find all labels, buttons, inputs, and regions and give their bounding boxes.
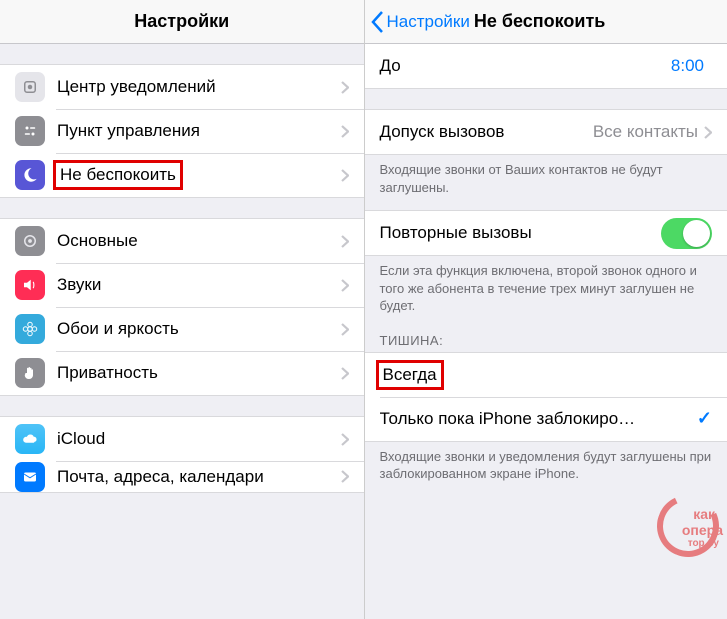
chevron-right-icon bbox=[341, 279, 349, 292]
watermark-l1: как bbox=[693, 507, 715, 521]
group-repeated-calls: Повторные вызовы bbox=[365, 210, 727, 256]
silence-footer: Входящие звонки и уведомления будут загл… bbox=[365, 442, 727, 489]
row-mail-contacts-calendars[interactable]: Почта, адреса, календари bbox=[0, 461, 364, 492]
silence-always-label: Всегда bbox=[380, 360, 713, 390]
gear-icon bbox=[15, 226, 45, 256]
allow-label: Допуск вызовов bbox=[380, 122, 593, 142]
back-button[interactable]: Настройки bbox=[365, 11, 470, 33]
group-allow-calls: Допуск вызовов Все контакты bbox=[365, 109, 727, 155]
silence-locked-label: Только пока iPhone заблокиро… bbox=[380, 409, 697, 429]
moon-icon bbox=[15, 160, 45, 190]
navbar-left: Настройки bbox=[0, 0, 364, 44]
chevron-right-icon bbox=[341, 433, 349, 446]
highlight-dnd: Не беспокоить bbox=[53, 160, 183, 190]
row-wallpaper-brightness[interactable]: Обои и яркость bbox=[0, 307, 364, 351]
row-control-center[interactable]: Пункт управления bbox=[0, 109, 364, 153]
group-accounts: iCloud Почта, адреса, календари bbox=[0, 416, 364, 493]
row-sounds[interactable]: Звуки bbox=[0, 263, 364, 307]
row-label: Почта, адреса, календари bbox=[57, 467, 341, 487]
row-silence-always[interactable]: Всегда bbox=[365, 353, 727, 397]
chevron-right-icon bbox=[341, 235, 349, 248]
row-notification-center[interactable]: Центр уведомлений bbox=[0, 65, 364, 109]
row-label: Центр уведомлений bbox=[57, 77, 341, 97]
speaker-icon bbox=[15, 270, 45, 300]
row-icloud[interactable]: iCloud bbox=[0, 417, 364, 461]
checkmark-icon: ✓ bbox=[697, 408, 712, 429]
nav-title-settings: Настройки bbox=[0, 11, 364, 32]
chevron-right-icon bbox=[704, 126, 712, 139]
row-repeated-calls: Повторные вызовы bbox=[365, 211, 727, 255]
notification-center-icon bbox=[15, 72, 45, 102]
flower-icon bbox=[15, 314, 45, 344]
row-to-time[interactable]: До 8:00 bbox=[365, 44, 727, 88]
row-allow-calls[interactable]: Допуск вызовов Все контакты bbox=[365, 110, 727, 154]
watermark-l3: тор.ру bbox=[688, 539, 719, 549]
watermark: как опера тор.ру bbox=[657, 495, 719, 557]
row-label: Приватность bbox=[57, 363, 341, 383]
row-label: Не беспокоить bbox=[57, 160, 341, 190]
mail-icon bbox=[15, 462, 45, 492]
row-do-not-disturb[interactable]: Не беспокоить bbox=[0, 153, 364, 197]
chevron-right-icon bbox=[341, 81, 349, 94]
row-label: Обои и яркость bbox=[57, 319, 341, 339]
hand-icon bbox=[15, 358, 45, 388]
chevron-right-icon bbox=[341, 125, 349, 138]
to-time-value: 8:00 bbox=[671, 56, 704, 76]
chevron-right-icon bbox=[341, 470, 349, 483]
repeat-label: Повторные вызовы bbox=[380, 223, 662, 243]
watermark-l2: опера bbox=[682, 523, 723, 537]
navbar-right: Настройки Не беспокоить bbox=[365, 0, 727, 44]
row-general[interactable]: Основные bbox=[0, 219, 364, 263]
row-label: iCloud bbox=[57, 429, 341, 449]
chevron-right-icon bbox=[341, 367, 349, 380]
settings-root-pane: Настройки Центр уведомлений Пункт управл… bbox=[0, 0, 364, 619]
dnd-detail-pane: Настройки Не беспокоить До 8:00 Допуск в… bbox=[364, 0, 727, 619]
group-notifications: Центр уведомлений Пункт управления Не бе… bbox=[0, 64, 364, 198]
control-center-icon bbox=[15, 116, 45, 146]
row-label: Пункт управления bbox=[57, 121, 341, 141]
repeat-toggle[interactable] bbox=[661, 218, 712, 249]
allow-value: Все контакты bbox=[593, 122, 698, 142]
silence-header: ТИШИНА: bbox=[365, 321, 727, 352]
row-silence-locked[interactable]: Только пока iPhone заблокиро… ✓ bbox=[365, 397, 727, 441]
group-general: Основные Звуки Обои и яркость Приватност… bbox=[0, 218, 364, 396]
group-schedule-end: До 8:00 bbox=[365, 44, 727, 89]
row-label: Звуки bbox=[57, 275, 341, 295]
nav-title-dnd: Не беспокоить bbox=[474, 11, 606, 32]
row-privacy[interactable]: Приватность bbox=[0, 351, 364, 395]
back-label: Настройки bbox=[387, 12, 470, 32]
row-label: Основные bbox=[57, 231, 341, 251]
chevron-right-icon bbox=[341, 323, 349, 336]
allow-footer: Входящие звонки от Ваших контактов не бу… bbox=[365, 155, 727, 202]
highlight-always: Всегда bbox=[376, 360, 444, 390]
to-label: До bbox=[380, 56, 671, 76]
chevron-left-icon bbox=[371, 11, 384, 33]
chevron-right-icon bbox=[341, 169, 349, 182]
cloud-icon bbox=[15, 424, 45, 454]
repeat-footer: Если эта функция включена, второй звонок… bbox=[365, 256, 727, 321]
group-silence: Всегда Только пока iPhone заблокиро… ✓ bbox=[365, 352, 727, 442]
